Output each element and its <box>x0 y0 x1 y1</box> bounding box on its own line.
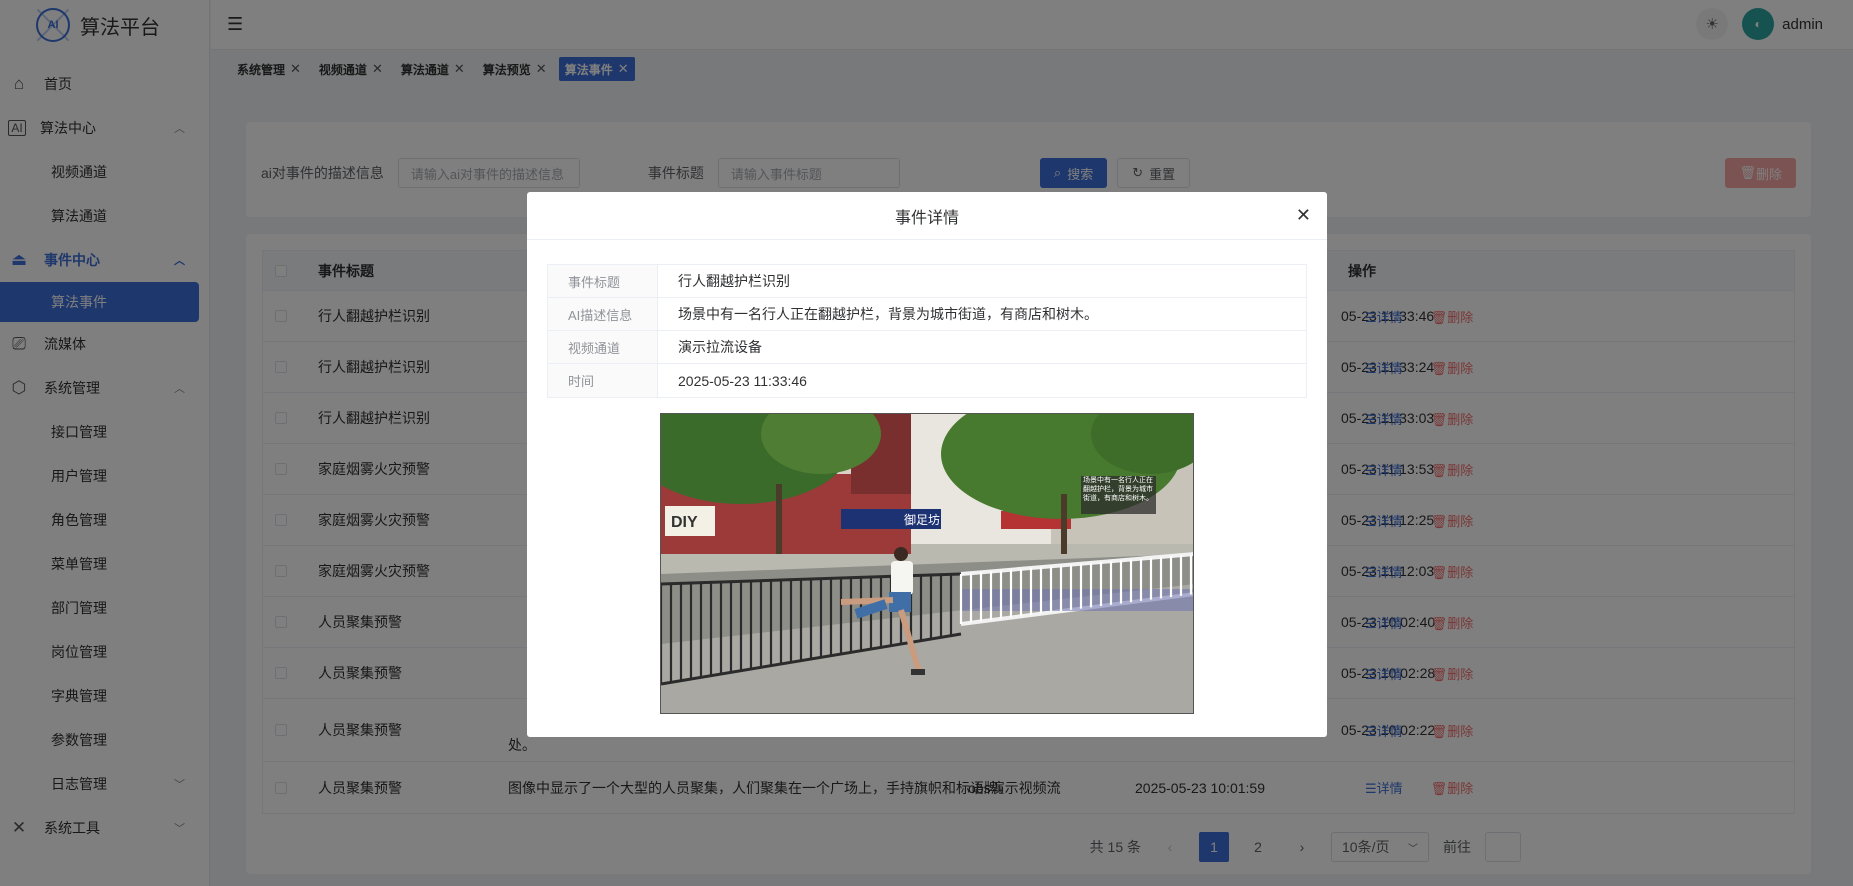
dialog-header: 事件详情 ✕ <box>527 192 1327 240</box>
shop-sign-foot: 御足坊 <box>904 512 940 527</box>
detail-row: 事件标题 行人翻越护栏识别 <box>548 265 1306 298</box>
detail-value: 行人翻越护栏识别 <box>678 273 790 289</box>
detail-row: AI描述信息 场景中有一名行人正在翻越护栏，背景为城市街道，有商店和树木。 <box>548 298 1306 331</box>
dialog-title: 事件详情 <box>894 209 959 227</box>
detail-label: 事件标题 <box>548 265 658 297</box>
detail-value: 场景中有一名行人正在翻越护栏，背景为城市街道，有商店和树木。 <box>678 306 1098 322</box>
detail-row: 视频通道 演示拉流设备 <box>548 331 1306 364</box>
detail-value: 2025-05-23 11:33:46 <box>678 372 807 389</box>
event-snapshot-image: DIY 御足坊 场景中有一名行人正在翻越护栏，背景为城市街道，有商店和树木。 <box>660 413 1194 714</box>
detail-row: 时间 2025-05-23 11:33:46 <box>548 364 1306 397</box>
detail-label: 时间 <box>548 364 658 397</box>
image-caption: 场景中有一名行人正在翻越护栏，背景为城市街道，有商店和树木。 <box>1083 476 1153 502</box>
detail-descriptions: 事件标题 行人翻越护栏识别 AI描述信息 场景中有一名行人正在翻越护栏，背景为城… <box>547 264 1307 398</box>
event-detail-dialog: 事件详情 ✕ 事件标题 行人翻越护栏识别 AI描述信息 场景中有一名行人正在翻越… <box>527 192 1327 737</box>
detail-label: 视频通道 <box>548 331 658 363</box>
detail-value: 演示拉流设备 <box>678 339 762 355</box>
close-icon[interactable]: ✕ <box>1296 205 1311 226</box>
detail-label: AI描述信息 <box>548 298 658 330</box>
street-scene-illustration: DIY 御足坊 场景中有一名行人正在翻越护栏，背景为城市街道，有商店和树木。 <box>661 414 1193 713</box>
shop-sign-diy: DIY <box>671 514 698 531</box>
